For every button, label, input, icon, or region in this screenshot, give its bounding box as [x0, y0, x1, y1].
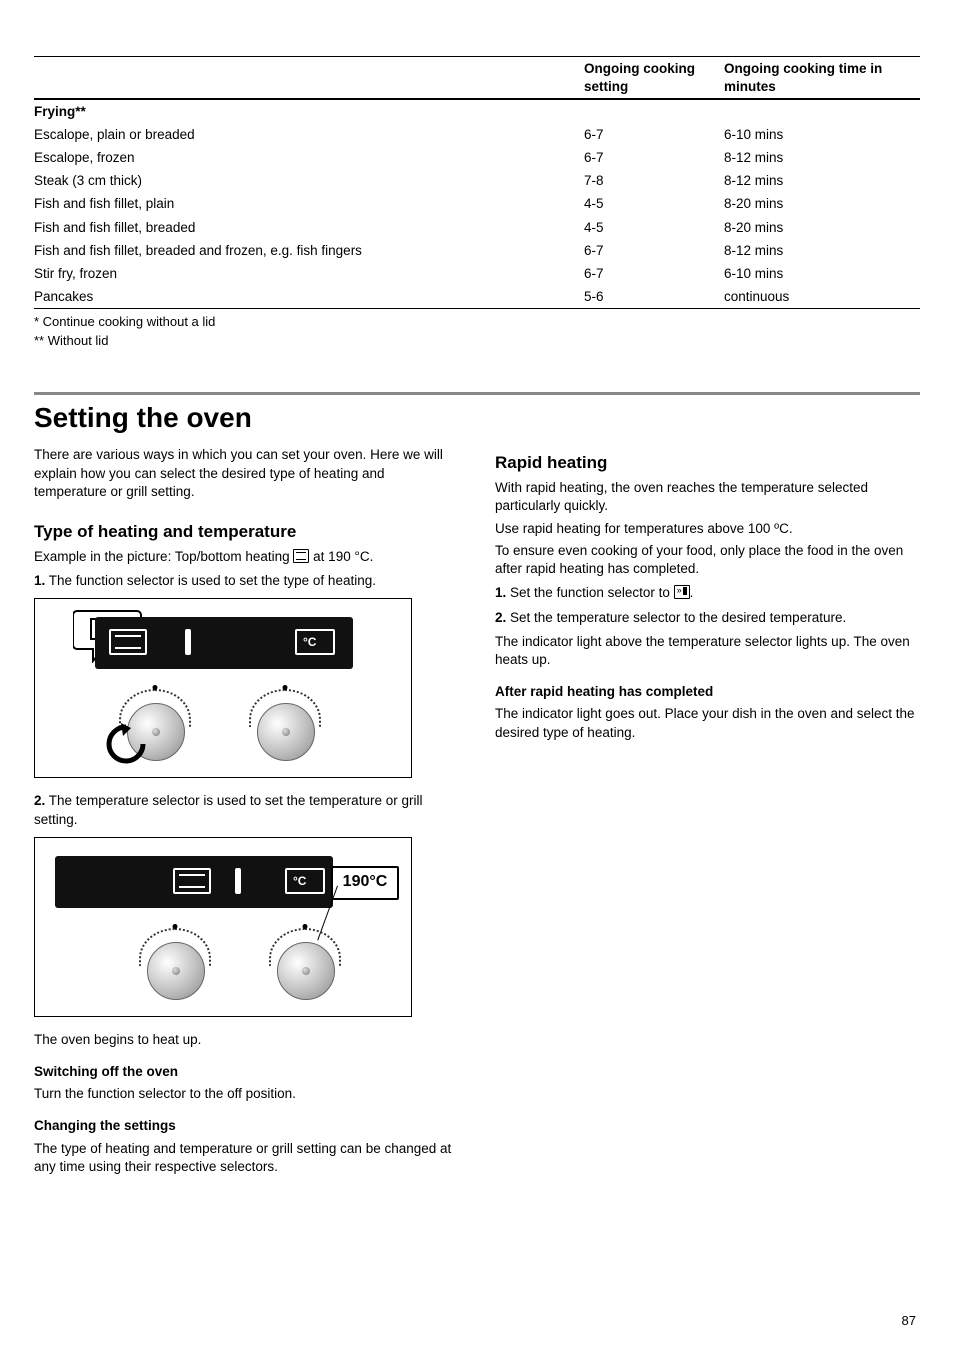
table-row: Fish and fish fillet, breaded 4-5 8-20 m…: [34, 216, 920, 239]
display-temp-unit-icon: [295, 629, 335, 655]
cell-time: 8-12 mins: [724, 172, 920, 190]
intro-text: There are various ways in which you can …: [34, 446, 454, 501]
footnote-2: ** Without lid: [34, 332, 920, 350]
cell-setting: 6-7: [584, 265, 724, 283]
rapid-heat-icon: [674, 585, 690, 599]
table-row: Escalope, frozen 6-7 8-12 mins: [34, 146, 920, 169]
example-pre: Example in the picture: Top/bottom heati…: [34, 549, 293, 564]
cooking-table: Ongoing cooking setting Ongoing cooking …: [34, 56, 920, 309]
step-number-icon: 2.: [34, 793, 45, 808]
display-heat-mode-icon: [109, 629, 147, 655]
left-column: There are various ways in which you can …: [34, 442, 459, 1180]
figure-temperature-selector: 190°C: [34, 837, 412, 1017]
table-row: Fish and fish fillet, breaded and frozen…: [34, 239, 920, 262]
right-column: Rapid heating With rapid heating, the ov…: [495, 442, 920, 1180]
cell-desc: Fish and fish fillet, breaded: [34, 219, 584, 237]
rapid-p1: With rapid heating, the oven reaches the…: [495, 479, 920, 515]
table-footnotes: * Continue cooking without a lid ** With…: [34, 313, 920, 349]
step-number-icon: 1.: [495, 585, 506, 600]
cell-time: continuous: [724, 288, 920, 306]
display-divider-icon: [185, 629, 191, 655]
step-1: 1. The function selector is used to set …: [34, 572, 459, 590]
header-time: Ongoing cooking time in minutes: [724, 60, 920, 96]
step-1-text: The function selector is used to set the…: [49, 573, 376, 588]
cell-time: 8-20 mins: [724, 195, 920, 213]
rotate-arrow-icon: [103, 721, 149, 767]
rapid-step-1-post: .: [690, 585, 694, 600]
cell-time: 6-10 mins: [724, 126, 920, 144]
heading-after-rapid: After rapid heating has completed: [495, 683, 920, 701]
cell-setting: 4-5: [584, 195, 724, 213]
cell-desc: Pancakes: [34, 288, 584, 306]
rapid-p4: The indicator light above the temperatur…: [495, 633, 920, 669]
function-selector-knob: [139, 928, 211, 1000]
rapid-step-2: 2. Set the temperature selector to the d…: [495, 609, 920, 627]
header-setting: Ongoing cooking setting: [584, 60, 724, 96]
top-bottom-heat-icon: [293, 549, 309, 563]
cell-desc: Stir fry, frozen: [34, 265, 584, 283]
footnote-1: * Continue cooking without a lid: [34, 313, 920, 331]
cell-setting: 6-7: [584, 242, 724, 260]
heading-type-of-heating: Type of heating and temperature: [34, 521, 459, 544]
step-number-icon: 2.: [495, 610, 506, 625]
heading-changing-settings: Changing the settings: [34, 1117, 459, 1135]
page-title: Setting the oven: [34, 392, 920, 437]
heading-switching-off: Switching off the oven: [34, 1063, 459, 1081]
heading-rapid-heating: Rapid heating: [495, 452, 920, 475]
display-temp-unit-icon: [285, 868, 325, 894]
step-number-icon: 1.: [34, 573, 45, 588]
cell-setting: 4-5: [584, 219, 724, 237]
table-row: Fish and fish fillet, plain 4-5 8-20 min…: [34, 192, 920, 215]
cell-time: 8-12 mins: [724, 149, 920, 167]
table-row: Steak (3 cm thick) 7-8 8-12 mins: [34, 169, 920, 192]
cell-time: 8-12 mins: [724, 242, 920, 260]
rapid-p2: Use rapid heating for temperatures above…: [495, 520, 920, 538]
after-rapid-text: The indicator light goes out. Place your…: [495, 705, 920, 741]
heatup-text: The oven begins to heat up.: [34, 1031, 459, 1049]
cell-desc: Fish and fish fillet, breaded and frozen…: [34, 242, 584, 260]
oven-display-bar: [95, 617, 353, 669]
table-row: Escalope, plain or breaded 6-7 6-10 mins: [34, 123, 920, 146]
cell-desc: Escalope, plain or breaded: [34, 126, 584, 144]
switching-off-text: Turn the function selector to the off po…: [34, 1085, 459, 1103]
changing-settings-text: The type of heating and temperature or g…: [34, 1140, 459, 1176]
step-2-text: The temperature selector is used to set …: [34, 793, 422, 826]
cell-setting: 6-7: [584, 149, 724, 167]
cell-desc: Steak (3 cm thick): [34, 172, 584, 190]
cell-setting: 5-6: [584, 288, 724, 306]
table-row: Stir fry, frozen 6-7 6-10 mins: [34, 262, 920, 285]
table-section-frying: Frying**: [34, 99, 920, 122]
display-divider-icon: [235, 868, 241, 894]
oven-display-bar: 190°C: [55, 856, 333, 908]
table-row: Pancakes 5-6 continuous: [34, 285, 920, 308]
rapid-step-1-pre: Set the function selector to: [510, 585, 674, 600]
rapid-step-1: 1. Set the function selector to .: [495, 584, 920, 602]
temperature-selector-knob: [249, 689, 321, 761]
cell-desc: Fish and fish fillet, plain: [34, 195, 584, 213]
cell-setting: 6-7: [584, 126, 724, 144]
step-2: 2. The temperature selector is used to s…: [34, 792, 459, 828]
figure-function-selector: [34, 598, 412, 778]
cell-time: 6-10 mins: [724, 265, 920, 283]
temperature-readout: 190°C: [331, 866, 399, 900]
rapid-step-2-text: Set the temperature selector to the desi…: [510, 610, 846, 625]
table-header-row: Ongoing cooking setting Ongoing cooking …: [34, 57, 920, 99]
display-heat-mode-icon: [173, 868, 211, 894]
temperature-selector-knob: [269, 928, 341, 1000]
example-post: at 190 °C.: [309, 549, 373, 564]
rapid-p3: To ensure even cooking of your food, onl…: [495, 542, 920, 578]
cell-time: 8-20 mins: [724, 219, 920, 237]
page-number: 87: [902, 1312, 916, 1330]
cell-setting: 7-8: [584, 172, 724, 190]
example-line: Example in the picture: Top/bottom heati…: [34, 548, 459, 566]
cell-desc: Escalope, frozen: [34, 149, 584, 167]
